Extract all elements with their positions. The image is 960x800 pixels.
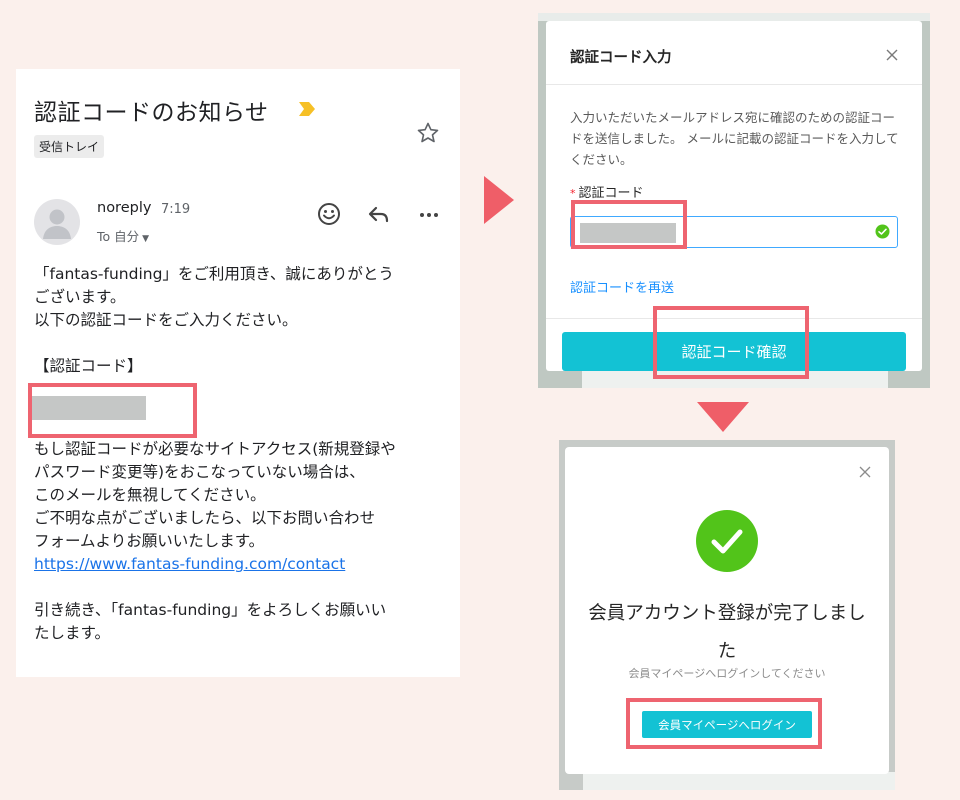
recipient-line[interactable]: To 自分 ▼ — [97, 226, 149, 245]
modal-title: 認証コード入力 — [570, 50, 672, 66]
complete-title: 会員アカウント登録が完了しました — [588, 603, 866, 662]
email-body: 「fantas-funding」をご利用頂き、誠にありがとう ございます。 以下… — [34, 263, 454, 645]
inbox-label-chip[interactable]: 受信トレイ — [34, 135, 105, 158]
complete-subtitle: 会員マイページへログインしてください — [628, 667, 826, 680]
person-icon — [43, 209, 71, 239]
email-subject: 認証コードのお知らせ — [34, 100, 269, 126]
email-body-notice: もし認証コードが必要なサイトアクセス(新規登録や パスワード変更等)をおこなって… — [34, 440, 396, 550]
code-field-label-text: 認証コード — [578, 186, 644, 201]
avatar — [34, 199, 80, 245]
input-highlight-box — [571, 200, 687, 249]
email-time: 7:19 — [161, 202, 191, 217]
chevron-down-icon: ▼ — [142, 234, 150, 244]
contact-link[interactable]: https://www.fantas-funding.com/contact — [34, 555, 345, 573]
email-body-closing: 引き続き、「fantas-funding」をよろしくお願いい たします。 — [34, 601, 387, 642]
code-field-label: * 認証コード — [570, 182, 644, 201]
emoji-reaction-icon[interactable] — [316, 201, 342, 227]
button-highlight-box — [653, 306, 809, 379]
divider — [546, 84, 922, 85]
email-body-intro: 「fantas-funding」をご利用頂き、誠にありがとう ございます。 以下… — [34, 265, 394, 329]
star-icon[interactable] — [416, 121, 440, 145]
background-header — [538, 13, 930, 21]
close-icon[interactable] — [884, 47, 900, 63]
login-highlight-box — [626, 698, 822, 749]
arrow-down-icon — [697, 402, 749, 432]
code-heading: 【認証コード】 — [34, 357, 143, 375]
resend-code-link[interactable]: 認証コードを再送 — [570, 277, 674, 296]
recipient-text: To 自分 — [97, 229, 140, 244]
verify-screenshot: 認証コード入力 入力いただいたメールアドレス宛に確認のための認証コードを送信しま… — [538, 13, 930, 388]
close-icon[interactable] — [858, 465, 872, 479]
required-mark: * — [570, 187, 576, 200]
complete-screenshot: 会員アカウント登録が完了しました 会員マイページへログインしてください 会員マイ… — [559, 440, 895, 790]
valid-check-icon — [875, 224, 890, 239]
arrow-right-icon — [484, 176, 514, 224]
reply-icon[interactable] — [366, 201, 392, 227]
more-options-icon[interactable] — [416, 201, 442, 227]
code-highlight-box — [28, 383, 197, 438]
success-check-icon — [696, 510, 758, 572]
modal-description: 入力いただいたメールアドレス宛に確認のための認証コードを送信しました。 メールに… — [570, 110, 899, 167]
sender-name: noreply — [97, 200, 152, 216]
importance-marker-icon[interactable] — [298, 101, 316, 117]
background-content — [583, 772, 895, 790]
email-panel: 認証コードのお知らせ 受信トレイ noreply 7:19 To 自分 ▼ 「fa… — [16, 69, 460, 677]
